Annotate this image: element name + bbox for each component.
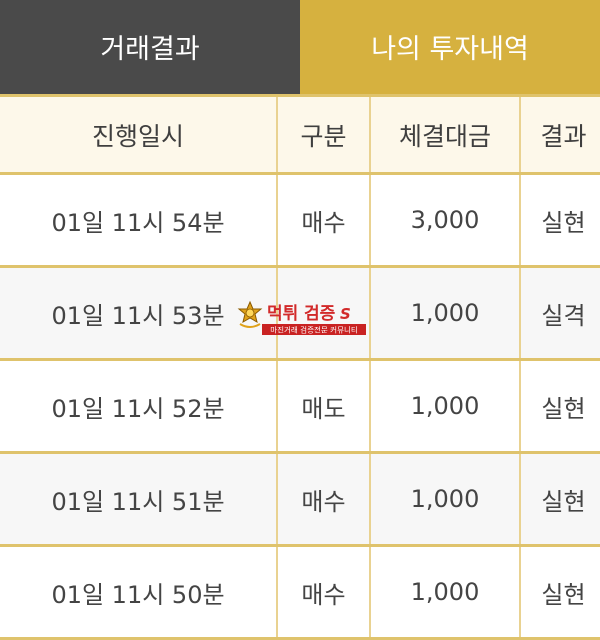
header-datetime: 진행일시 bbox=[0, 94, 278, 175]
cell-amount: 1,000 bbox=[370, 452, 521, 547]
cell-amount: 3,000 bbox=[370, 173, 521, 268]
cell-type: 매수 bbox=[277, 545, 371, 640]
cell-datetime: 01일 11시 53분 bbox=[0, 266, 278, 361]
header-type: 구분 bbox=[277, 94, 371, 175]
tab-trade-results[interactable]: 거래결과 bbox=[0, 0, 300, 94]
cell-type: 매수 bbox=[277, 452, 371, 547]
cell-datetime: 01일 11시 54분 bbox=[0, 173, 278, 268]
cell-type: 매도 bbox=[277, 359, 371, 454]
cell-result: 실현 bbox=[520, 452, 600, 547]
header-result: 결과 bbox=[520, 94, 600, 175]
cell-result: 실현 bbox=[520, 173, 600, 268]
cell-amount: 1,000 bbox=[370, 266, 521, 361]
cell-amount: 1,000 bbox=[370, 359, 521, 454]
cell-result: 실격 bbox=[520, 266, 600, 361]
table-row: 01일 11시 54분 매수 3,000 실현 bbox=[0, 173, 600, 268]
cell-datetime: 01일 11시 50분 bbox=[0, 545, 278, 640]
table-row: 01일 11시 51분 매수 1,000 실현 bbox=[0, 452, 600, 547]
investment-history-table: 진행일시 구분 체결대금 결과 01일 11시 54분 매수 3,000 실현 … bbox=[0, 94, 600, 640]
table-row: 01일 11시 50분 매수 1,000 실현 bbox=[0, 545, 600, 640]
cell-result: 실현 bbox=[520, 359, 600, 454]
table-row: 01일 11시 53분 1,000 실격 bbox=[0, 266, 600, 361]
cell-datetime: 01일 11시 52분 bbox=[0, 359, 278, 454]
cell-type bbox=[277, 266, 371, 361]
tab-bar: 거래결과 나의 투자내역 bbox=[0, 0, 600, 94]
header-amount: 체결대금 bbox=[370, 94, 521, 175]
cell-datetime: 01일 11시 51분 bbox=[0, 452, 278, 547]
table-header-row: 진행일시 구분 체결대금 결과 bbox=[0, 94, 600, 175]
table-row: 01일 11시 52분 매도 1,000 실현 bbox=[0, 359, 600, 454]
cell-amount: 1,000 bbox=[370, 545, 521, 640]
cell-result: 실현 bbox=[520, 545, 600, 640]
tab-my-investments[interactable]: 나의 투자내역 bbox=[300, 0, 600, 94]
cell-type: 매수 bbox=[277, 173, 371, 268]
